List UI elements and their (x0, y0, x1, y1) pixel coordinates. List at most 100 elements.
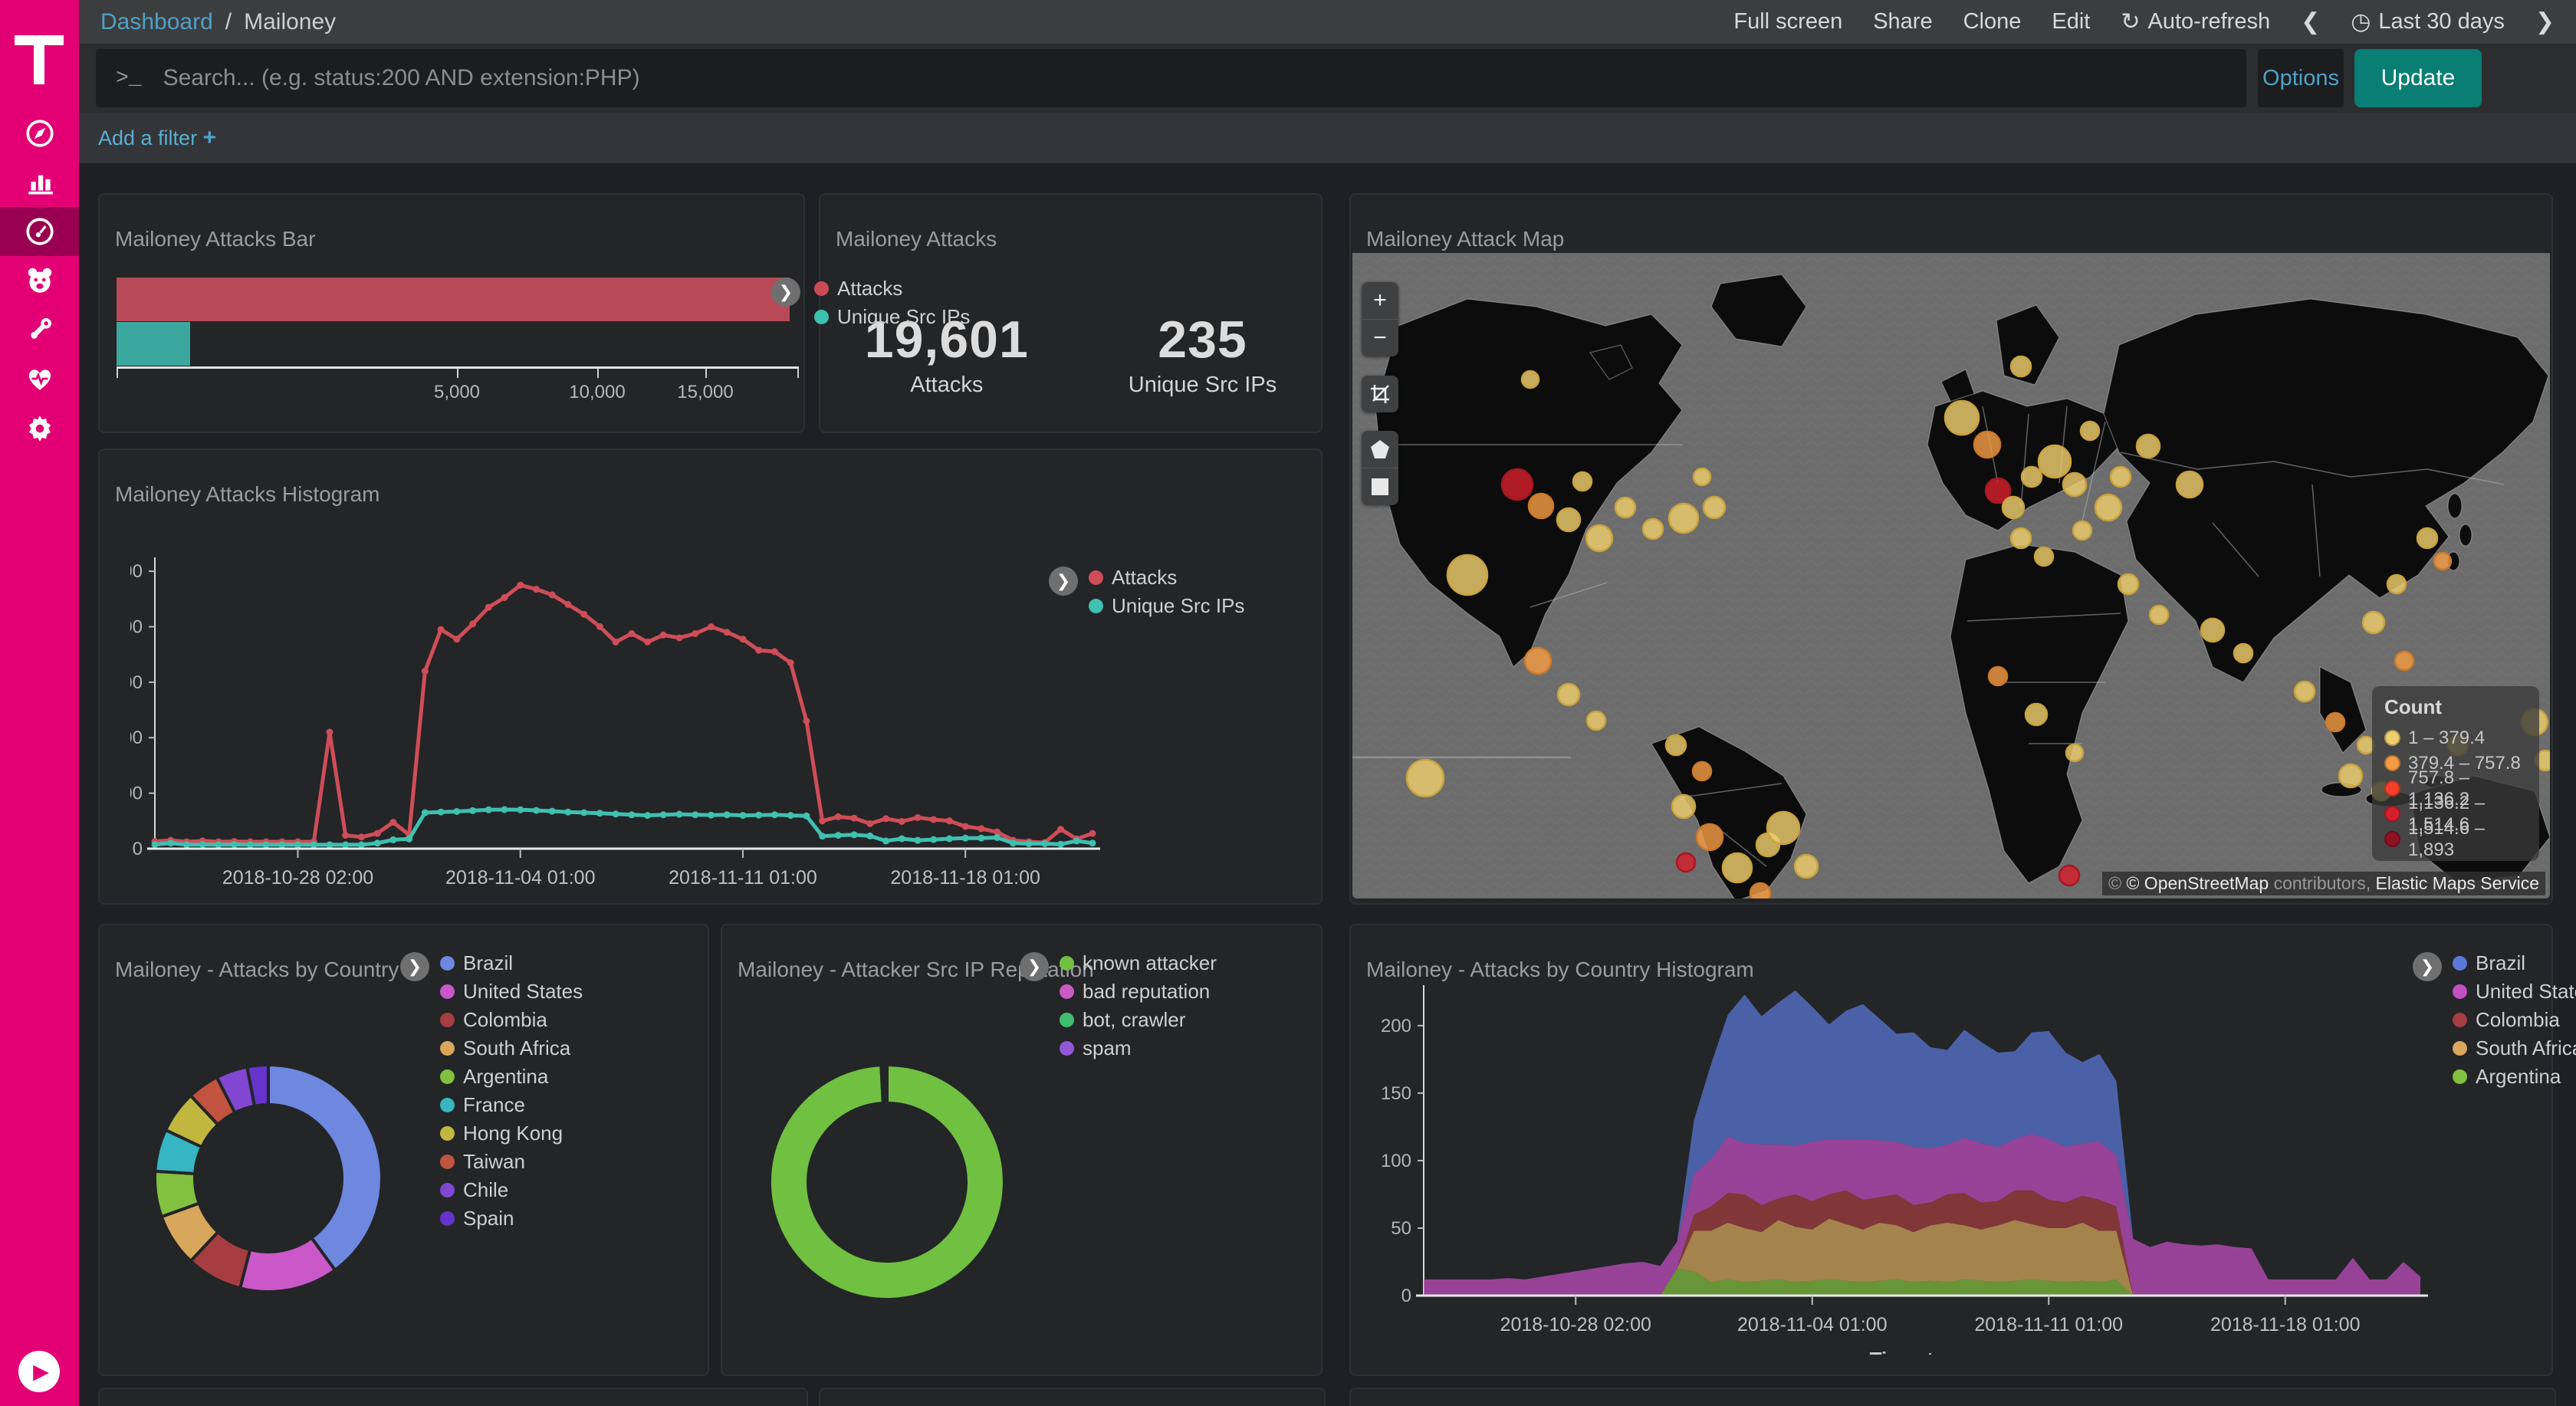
legend-color-dot (2384, 730, 2400, 746)
legend-item[interactable]: South Africa (440, 1037, 583, 1059)
legend-item[interactable]: South Africa (2453, 1037, 2576, 1059)
menu-item-label: Edit (2052, 9, 2090, 34)
legend-item[interactable]: Colombia (2453, 1009, 2576, 1030)
legend-item[interactable]: bad reputation (1060, 981, 1217, 1002)
zoom-out-button[interactable]: − (1362, 320, 1398, 356)
search-input[interactable] (162, 64, 2226, 92)
svg-text:2018-11-04 01:00: 2018-11-04 01:00 (1737, 1314, 1888, 1335)
svg-text:200: 200 (1382, 1016, 1411, 1036)
legend-color-dot (2384, 831, 2400, 847)
svg-text:0: 0 (1401, 1286, 1411, 1306)
legend-item[interactable]: France (440, 1094, 583, 1115)
legend-label: Attacks (837, 277, 902, 301)
chevron-right-icon[interactable]: ❯ (2535, 8, 2555, 35)
bar-attacks[interactable] (117, 278, 790, 321)
sidebar-item-bar-chart[interactable] (0, 158, 79, 207)
metric-label: Unique Src IPs (1129, 373, 1276, 398)
legend-item[interactable]: spam (1060, 1037, 1217, 1059)
legend-item[interactable]: Unique Src IPs (814, 306, 970, 327)
legend-item[interactable]: Brazil (2453, 952, 2576, 974)
x-tick-label: 5,000 (434, 382, 480, 403)
chevron-left-icon[interactable]: ❮ (2301, 8, 2320, 35)
heartbeat-icon (24, 363, 56, 395)
legend-toggle-button[interactable]: ❯ (1049, 567, 1078, 596)
metric-value: 235 (1129, 310, 1276, 370)
legend-color-dot (2384, 755, 2400, 771)
map-zoom-controls: + − (1362, 282, 1398, 356)
svg-text:1,000: 1,000 (130, 561, 143, 582)
legend-color-dot (440, 1013, 455, 1027)
breadcrumb-dashboard-link[interactable]: Dashboard (100, 9, 213, 35)
menu-item-label: Last 30 days (2378, 9, 2504, 34)
svg-text:2018-10-28 02:00: 2018-10-28 02:00 (1500, 1314, 1651, 1335)
legend-item[interactable]: Brazil (440, 952, 583, 974)
legend-item[interactable]: United States (440, 981, 583, 1002)
legend-item[interactable]: bot, crawler (1060, 1009, 1217, 1030)
zoom-in-button[interactable]: + (1362, 282, 1398, 320)
bar-unique-src-ips[interactable] (117, 322, 190, 366)
attacks-line-chart[interactable]: 02004006008001,0002018-10-28 02:002018-1… (130, 542, 1127, 902)
legend-label: South Africa (463, 1036, 570, 1060)
legend-color-dot (2453, 956, 2467, 971)
map-fit-control (1362, 376, 1398, 412)
legend-toggle-button[interactable]: ❯ (771, 278, 800, 307)
openstreetmap-link[interactable]: © OpenStreetMap (2126, 873, 2269, 893)
legend-color-dot (440, 956, 455, 971)
query-options-link[interactable]: Options (2258, 49, 2344, 107)
sidebar-expand-button[interactable]: ▶ (18, 1351, 60, 1392)
legend-item[interactable]: Hong Kong (440, 1122, 583, 1144)
update-button[interactable]: Update (2354, 49, 2482, 107)
sidebar: ▶ (0, 0, 79, 1406)
sidebar-item-compass[interactable] (0, 109, 79, 158)
map-attribution: © © OpenStreetMap contributors, Elastic … (2102, 872, 2545, 895)
legend-item[interactable]: known attacker (1060, 952, 1217, 974)
filter-bar: Add a filter + (79, 113, 2576, 163)
legend-item[interactable]: United States (2453, 981, 2576, 1002)
legend-item[interactable]: Chile (440, 1179, 583, 1201)
world-map[interactable]: + − Count 1 – 379.4379.4 – 757.8757.8 – … (1352, 253, 2550, 898)
legend-color-dot (440, 1183, 455, 1197)
legend-toggle-button[interactable]: ❯ (400, 952, 429, 981)
legend-label: Taiwan (463, 1150, 525, 1174)
country-area-chart[interactable]: 0501001502002018-10-28 02:002018-11-04 0… (1382, 971, 2440, 1355)
panel-title: Mailoney Attacks (836, 227, 997, 251)
breadcrumb: Dashboard / Mailoney (100, 9, 336, 35)
menu-item-last-30-days[interactable]: ◷Last 30 days (2351, 8, 2505, 35)
sidebar-item-gear[interactable] (0, 403, 79, 452)
legend-item[interactable]: Attacks (1089, 567, 1244, 588)
add-filter-link[interactable]: Add a filter + (98, 125, 216, 151)
attacks-histogram-legend: Attacks Unique Src IPs (1089, 567, 1244, 616)
sidebar-item-honeypot-bear[interactable] (0, 256, 79, 305)
legend-item[interactable]: Argentina (440, 1066, 583, 1087)
legend-item[interactable]: Argentina (2453, 1066, 2576, 1087)
sidebar-item-dashboard-gauge[interactable] (0, 207, 79, 256)
menu-item-clone[interactable]: Clone (1963, 9, 2022, 34)
sidebar-item-heartbeat[interactable] (0, 354, 79, 403)
menu-item-edit[interactable]: Edit (2052, 9, 2090, 34)
menu-item-auto-refresh[interactable]: ↻Auto-refresh (2121, 8, 2270, 35)
menu-item-share[interactable]: Share (1873, 9, 1932, 34)
legend-item[interactable]: Unique Src IPs (1089, 595, 1244, 616)
legend-label: Argentina (463, 1065, 548, 1089)
bar-chart-icon (24, 166, 56, 199)
legend-toggle-button[interactable]: ❯ (1020, 952, 1049, 981)
elastic-maps-service-link[interactable]: Elastic Maps Service (2376, 873, 2539, 893)
legend-label: Unique Src IPs (1112, 594, 1244, 618)
legend-label: Hong Kong (463, 1122, 563, 1145)
menu-item-full-screen[interactable]: Full screen (1733, 9, 1842, 34)
legend-item[interactable]: Colombia (440, 1009, 583, 1030)
svg-text:2018-11-11 01:00: 2018-11-11 01:00 (669, 867, 817, 889)
draw-rectangle-button[interactable] (1362, 468, 1398, 505)
legend-item[interactable]: Taiwan (440, 1151, 583, 1172)
panel-title: Mailoney Attack Map (1366, 227, 1564, 251)
legend-item[interactable]: Spain (440, 1207, 583, 1229)
legend-item[interactable]: Attacks (814, 278, 970, 299)
country-donut-chart[interactable] (153, 1063, 383, 1293)
attacks-bar-chart[interactable]: 5,00010,00015,000 (117, 268, 799, 414)
reputation-donut-chart[interactable] (768, 1063, 1006, 1301)
draw-polygon-button[interactable] (1362, 431, 1398, 468)
query-bar: >_ Options Update (79, 44, 2576, 113)
fit-bounds-icon[interactable] (1362, 376, 1398, 412)
legend-toggle-button[interactable]: ❯ (2413, 952, 2442, 981)
sidebar-item-wrench[interactable] (0, 305, 79, 354)
